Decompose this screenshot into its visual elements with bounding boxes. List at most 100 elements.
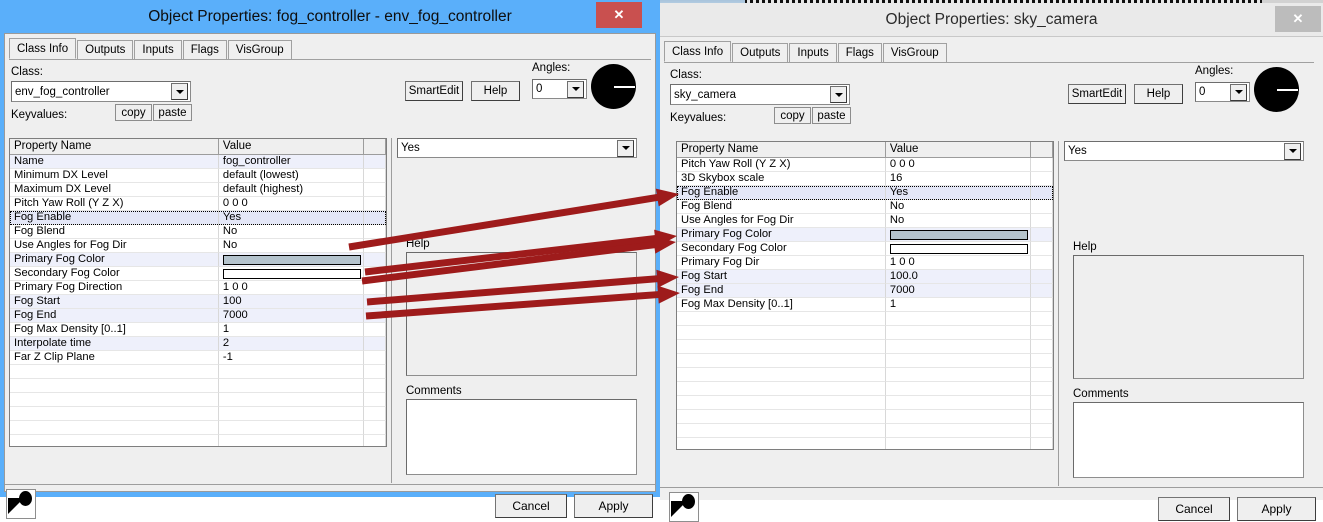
table-row[interactable]: Fog Blend No: [10, 225, 386, 239]
property-value-cell[interactable]: 7000: [885, 284, 1032, 298]
chevron-down-icon[interactable]: [830, 86, 847, 103]
color-swatch[interactable]: [222, 268, 361, 279]
table-row-empty[interactable]: [677, 382, 1053, 396]
copy-button-right[interactable]: copy: [774, 107, 811, 124]
chevron-down-icon[interactable]: [617, 139, 634, 157]
tab-class-info[interactable]: Class Info: [9, 38, 77, 59]
tab-visgroup[interactable]: VisGroup: [882, 43, 947, 62]
table-row-empty[interactable]: [677, 410, 1053, 424]
apply-button-left[interactable]: Apply: [574, 494, 653, 518]
chevron-down-icon[interactable]: [567, 80, 584, 98]
window-fog-controller[interactable]: Object Properties: fog_controller - env_…: [0, 0, 660, 519]
table-row[interactable]: Fog Max Density [0..1] 1: [10, 323, 386, 337]
help-button-right[interactable]: Help: [1134, 84, 1183, 104]
table-row-empty[interactable]: [677, 396, 1053, 410]
tab-outputs[interactable]: Outputs: [77, 40, 134, 59]
table-row[interactable]: Name fog_controller: [10, 155, 386, 169]
property-value-cell[interactable]: 1: [885, 298, 1032, 312]
property-value-cell[interactable]: -1: [218, 351, 365, 365]
property-value-cell[interactable]: default (highest): [218, 183, 365, 197]
property-value-cell[interactable]: fog_controller: [218, 155, 365, 169]
table-row-empty[interactable]: [10, 407, 386, 421]
property-value-cell[interactable]: 1: [218, 323, 365, 337]
comments-textbox-left[interactable]: [406, 399, 637, 475]
property-value-cell[interactable]: 0 0 0: [885, 158, 1032, 172]
tab-inputs[interactable]: Inputs: [789, 43, 837, 62]
help-button-left[interactable]: Help: [471, 81, 520, 101]
property-value-cell[interactable]: default (lowest): [218, 169, 365, 183]
table-row-empty[interactable]: [677, 368, 1053, 382]
pin-button-right[interactable]: [669, 492, 699, 522]
property-value-cell[interactable]: 1 0 0: [218, 281, 365, 295]
pin-button-left[interactable]: [6, 489, 36, 519]
table-row[interactable]: Interpolate time 2: [10, 337, 386, 351]
tab-flags[interactable]: Flags: [837, 43, 882, 62]
table-row[interactable]: Fog End 7000: [10, 309, 386, 323]
table-row[interactable]: Use Angles for Fog Dir No: [10, 239, 386, 253]
titlebar-left[interactable]: Object Properties: fog_controller - env_…: [0, 0, 660, 33]
smartedit-button-left[interactable]: SmartEdit: [405, 81, 463, 101]
property-value-cell[interactable]: 100: [218, 295, 365, 309]
table-row[interactable]: Primary Fog Dir 1 0 0: [677, 256, 1053, 270]
table-row[interactable]: Primary Fog Direction 1 0 0: [10, 281, 386, 295]
table-row[interactable]: Fog Max Density [0..1] 1: [677, 298, 1053, 312]
table-row[interactable]: Far Z Clip Plane -1: [10, 351, 386, 365]
property-value-cell[interactable]: Yes: [885, 186, 1032, 200]
table-row[interactable]: Minimum DX Level default (lowest): [10, 169, 386, 183]
table-row[interactable]: Pitch Yaw Roll (Y Z X) 0 0 0: [677, 158, 1053, 172]
property-value-cell[interactable]: [885, 242, 1032, 256]
property-value-cell[interactable]: No: [885, 214, 1032, 228]
property-grid-left[interactable]: Property Name Value Name fog_controller Mi…: [9, 138, 387, 447]
class-combo-right[interactable]: sky_camera: [670, 84, 850, 105]
smartedit-button-right[interactable]: SmartEdit: [1068, 84, 1126, 104]
paste-button-right[interactable]: paste: [812, 107, 851, 124]
table-row-empty[interactable]: [10, 393, 386, 407]
table-row[interactable]: Primary Fog Color: [10, 253, 386, 267]
property-value-cell[interactable]: 2: [218, 337, 365, 351]
table-row[interactable]: Secondary Fog Color: [10, 267, 386, 281]
table-row-empty[interactable]: [10, 365, 386, 379]
chevron-down-icon[interactable]: [1230, 83, 1247, 101]
property-grid-body-left[interactable]: Name fog_controller Minimum DX Level defaul…: [10, 155, 386, 446]
tab-flags[interactable]: Flags: [182, 40, 227, 59]
table-row[interactable]: Fog Enable Yes: [677, 186, 1053, 200]
angles-dial[interactable]: [591, 64, 636, 109]
tab-visgroup[interactable]: VisGroup: [227, 40, 292, 59]
chevron-down-icon[interactable]: [1284, 142, 1301, 160]
property-grid-right[interactable]: Property Name Value Pitch Yaw Roll (Y Z …: [676, 141, 1054, 450]
table-row-empty[interactable]: [10, 421, 386, 435]
color-swatch[interactable]: [889, 229, 1028, 240]
table-row-empty[interactable]: [677, 354, 1053, 368]
color-swatch[interactable]: [889, 243, 1028, 254]
table-row[interactable]: 3D Skybox scale 16: [677, 172, 1053, 186]
tabstrip-right[interactable]: Class Info Outputs Inputs Flags VisGroup: [664, 41, 948, 62]
tab-class-info[interactable]: Class Info: [664, 41, 732, 62]
table-row[interactable]: Primary Fog Color: [677, 228, 1053, 242]
cancel-button-right[interactable]: Cancel: [1158, 497, 1230, 521]
color-swatch[interactable]: [222, 254, 361, 265]
table-row[interactable]: Fog Blend No: [677, 200, 1053, 214]
window-sky-camera[interactable]: Object Properties: sky_camera ✕ Class In…: [660, 3, 1323, 522]
table-row-empty[interactable]: [677, 326, 1053, 340]
property-value-cell[interactable]: [885, 228, 1032, 242]
angles-combo-left[interactable]: 0: [532, 79, 587, 99]
class-combo-left[interactable]: env_fog_controller: [11, 81, 191, 102]
table-row[interactable]: Fog Start 100.0: [677, 270, 1053, 284]
angles-dial[interactable]: [1254, 67, 1299, 112]
comments-textbox-right[interactable]: [1073, 402, 1304, 478]
table-row-empty[interactable]: [677, 312, 1053, 326]
copy-button-left[interactable]: copy: [115, 104, 152, 121]
close-icon[interactable]: ✕: [1275, 6, 1321, 32]
value-editor-combo-left[interactable]: Yes: [397, 138, 637, 158]
tabstrip-left[interactable]: Class Info Outputs Inputs Flags VisGroup: [9, 38, 293, 59]
table-row-empty[interactable]: [10, 435, 386, 446]
property-value-cell[interactable]: 7000: [218, 309, 365, 323]
table-row-empty[interactable]: [10, 379, 386, 393]
apply-button-right[interactable]: Apply: [1237, 497, 1316, 521]
tab-inputs[interactable]: Inputs: [134, 40, 182, 59]
table-row[interactable]: Pitch Yaw Roll (Y Z X) 0 0 0: [10, 197, 386, 211]
property-value-cell[interactable]: 100.0: [885, 270, 1032, 284]
titlebar-right[interactable]: Object Properties: sky_camera ✕: [660, 3, 1323, 36]
property-grid-body-right[interactable]: Pitch Yaw Roll (Y Z X) 0 0 0 3D Skybox sca…: [677, 158, 1053, 449]
angles-combo-right[interactable]: 0: [1195, 82, 1250, 102]
